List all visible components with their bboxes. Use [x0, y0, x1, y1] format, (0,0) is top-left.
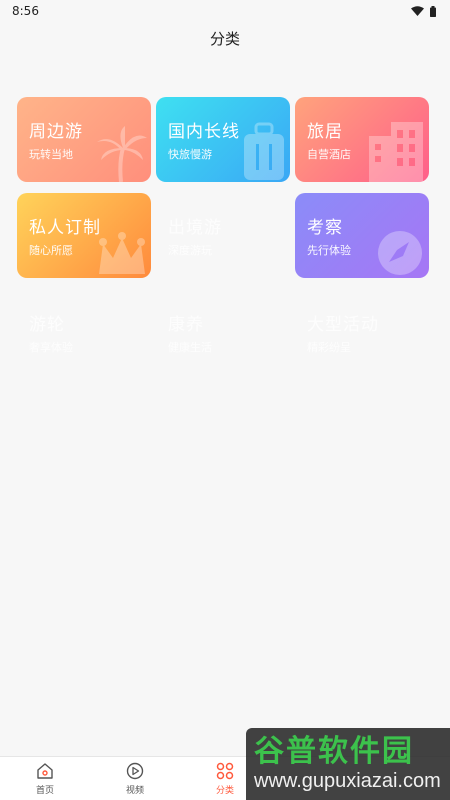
- card-title: 出境游: [168, 218, 222, 238]
- compass-icon: [378, 231, 422, 275]
- grid-icon: [216, 762, 234, 780]
- card-subtitle: 深度游玩: [168, 244, 212, 257]
- card-subtitle: 快旅慢游: [168, 148, 212, 161]
- watermark: 谷普软件园 www.gupuxiazai.com: [246, 728, 450, 800]
- tab-home[interactable]: 首页: [0, 757, 90, 800]
- category-card-wellness[interactable]: 康养 健康生活: [156, 290, 290, 375]
- card-title: 旅居: [307, 122, 343, 142]
- watermark-en: www.gupuxiazai.com: [254, 770, 441, 792]
- category-card-domestic-long[interactable]: 国内长线 快旅慢游: [156, 97, 290, 182]
- category-card-inspection[interactable]: 考察 先行体验: [295, 193, 429, 278]
- tab-label: 视频: [125, 786, 144, 796]
- card-title: 国内长线: [168, 122, 240, 142]
- wifi-icon: [411, 6, 424, 16]
- category-card-large-event[interactable]: 大型活动 精彩纷呈: [295, 290, 429, 375]
- play-icon: [126, 762, 144, 780]
- card-subtitle: 先行体验: [307, 244, 351, 257]
- card-subtitle: 随心所愿: [29, 244, 73, 257]
- status-icons: [411, 5, 436, 17]
- category-card-sojourn[interactable]: 旅居 自营酒店: [295, 97, 429, 182]
- category-card-private-custom[interactable]: 私人订制 随心所愿: [17, 193, 151, 278]
- tab-label: 首页: [35, 786, 54, 796]
- category-card-outbound-tour[interactable]: 出境游 深度游玩: [156, 193, 290, 278]
- tab-label: 分类: [215, 786, 234, 796]
- card-subtitle: 玩转当地: [29, 148, 73, 161]
- card-subtitle: 精彩纷呈: [307, 341, 351, 354]
- battery-icon: [430, 5, 436, 17]
- page-title: 分类: [209, 30, 240, 48]
- card-subtitle: 健康生活: [168, 341, 212, 354]
- card-subtitle: 奢享体验: [29, 341, 73, 354]
- card-subtitle: 自营酒店: [307, 148, 351, 161]
- building-icon: [369, 122, 423, 182]
- category-card-cruise[interactable]: 游轮 奢享体验: [17, 290, 151, 375]
- card-title: 私人订制: [29, 218, 101, 238]
- watermark-cn: 谷普软件园: [254, 734, 414, 769]
- card-title: 游轮: [29, 315, 65, 335]
- card-title: 康养: [168, 315, 204, 335]
- card-title: 周边游: [29, 122, 83, 142]
- tab-video[interactable]: 视频: [90, 757, 180, 800]
- palm-tree-icon: [97, 126, 147, 182]
- status-time: 8:56: [12, 4, 39, 18]
- card-title: 考察: [307, 218, 343, 238]
- status-bar: 8:56: [0, 0, 450, 22]
- category-card-nearby-tour[interactable]: 周边游 玩转当地: [17, 97, 151, 182]
- suitcase-icon: [244, 122, 284, 180]
- home-icon: [37, 763, 53, 779]
- card-title: 大型活动: [307, 315, 379, 335]
- crown-icon: [99, 232, 145, 274]
